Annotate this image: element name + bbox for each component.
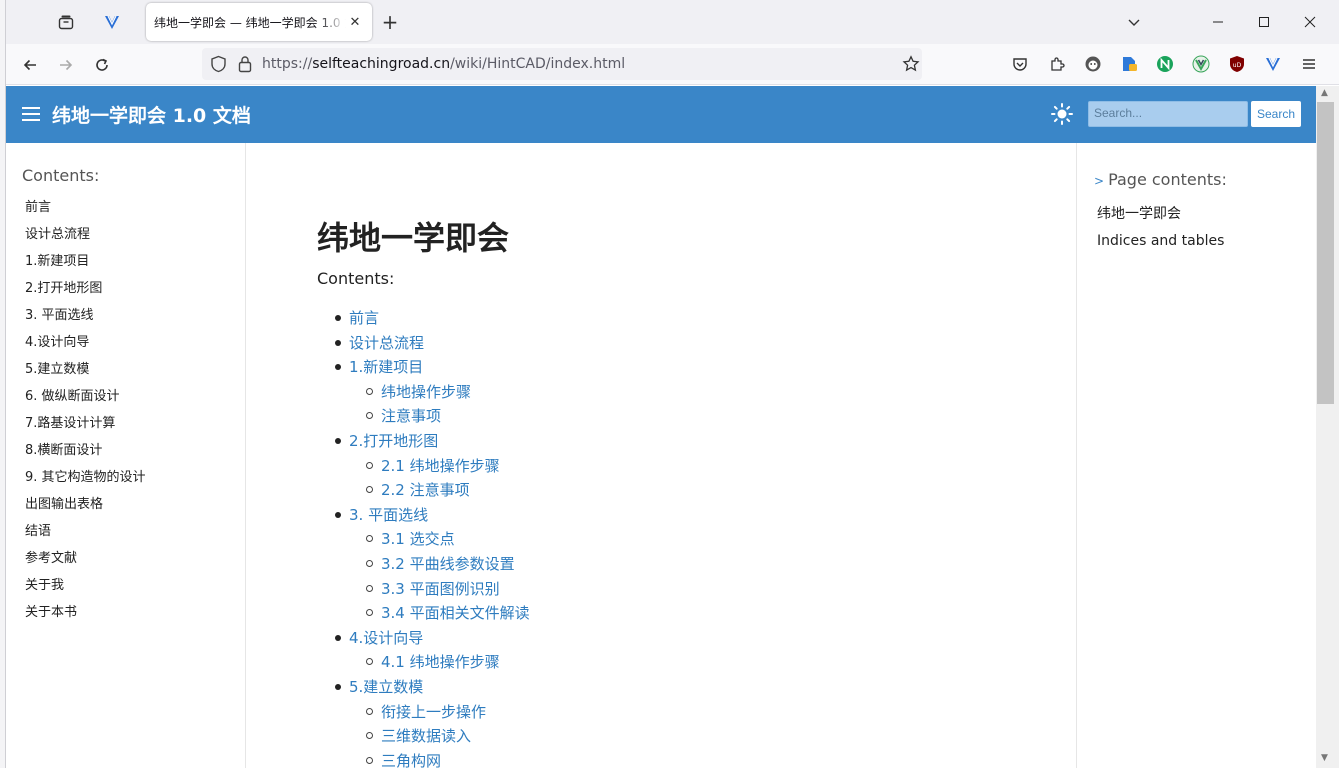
navigation-toolbar: https://selfteachingroad.cn/wiki/HintCAD…: [6, 44, 1339, 85]
maximize-icon[interactable]: [1250, 10, 1278, 34]
address-bar[interactable]: https://selfteachingroad.cn/wiki/HintCAD…: [202, 48, 922, 80]
sidebar-item[interactable]: 9. 其它构造物的设计: [25, 468, 146, 495]
tab-bar: 纬地一学即会 — 纬地一学即会 1.0 文档 ✕ +: [6, 0, 1339, 44]
toc-link[interactable]: 3. 平面选线: [317, 504, 1017, 529]
toc-link[interactable]: 5.建立数模: [317, 676, 1017, 701]
url-host: selfteachingroad.cn: [312, 56, 450, 72]
toc-sublink[interactable]: 三角构网: [317, 750, 1017, 768]
toc-sublink[interactable]: 纬地操作步骤: [317, 381, 1017, 406]
scrollbar-thumb[interactable]: [1317, 102, 1334, 404]
sidebar-item[interactable]: 前言: [25, 198, 146, 225]
forward-icon[interactable]: [53, 52, 79, 78]
vue-devtools-icon[interactable]: [1191, 54, 1211, 74]
ublock-origin-icon[interactable]: uD: [1227, 54, 1247, 74]
url-scheme: https://: [262, 56, 312, 72]
sidebar-nav-list: 前言 设计总流程 1.新建项目 2.打开地形图 3. 平面选线 4.设计向导 5…: [25, 198, 146, 630]
hamburger-menu-icon[interactable]: [22, 103, 40, 123]
page-contents-sidebar: > Page contents: 纬地一学即会 Indices and table…: [1076, 143, 1316, 768]
bookmark-star-icon[interactable]: [902, 55, 920, 77]
tab-title: 纬地一学即会 — 纬地一学即会 1.0 文档: [154, 14, 346, 31]
toc-sublink[interactable]: 2.2 注意事项: [317, 479, 1017, 504]
n-extension-icon[interactable]: [1155, 54, 1175, 74]
site-title[interactable]: 纬地一学即会 1.0 文档: [52, 101, 251, 128]
new-tab-button[interactable]: +: [378, 10, 402, 34]
search-button[interactable]: Search: [1251, 101, 1301, 127]
translate-extension-icon[interactable]: [1119, 54, 1139, 74]
list-all-tabs-icon[interactable]: [1120, 10, 1148, 34]
toc-sublink[interactable]: 3.3 平面图例识别: [317, 578, 1017, 603]
page-contents-item[interactable]: 纬地一学即会: [1097, 204, 1224, 231]
sidebar-item[interactable]: 出图输出表格: [25, 495, 146, 522]
toc-sublink[interactable]: 衔接上一步操作: [317, 701, 1017, 726]
sidebar-item[interactable]: 关于本书: [25, 603, 146, 630]
contents-label: Contents:: [317, 269, 394, 288]
pocket-icon[interactable]: [1010, 54, 1030, 74]
svg-text:uD: uD: [1233, 62, 1242, 69]
sidebar-item[interactable]: 设计总流程: [25, 225, 146, 252]
toc-sublink[interactable]: 3.4 平面相关文件解读: [317, 602, 1017, 627]
toc-sublink[interactable]: 三维数据读入: [317, 725, 1017, 750]
url-text[interactable]: https://selfteachingroad.cn/wiki/HintCAD…: [262, 56, 625, 72]
scroll-up-icon[interactable]: ▲: [1321, 88, 1328, 98]
tab-list-icon[interactable]: [54, 10, 78, 34]
toc-sublink[interactable]: 2.1 纬地操作步骤: [317, 455, 1017, 480]
page-contents-list: 纬地一学即会 Indices and tables: [1097, 204, 1224, 258]
toc-sublink[interactable]: 3.1 选交点: [317, 528, 1017, 553]
browser-window: 纬地一学即会 — 纬地一学即会 1.0 文档 ✕ +: [0, 0, 1339, 768]
toc-sublink[interactable]: 4.1 纬地操作步骤: [317, 651, 1017, 676]
minimize-icon[interactable]: [1204, 10, 1232, 34]
sidebar-item[interactable]: 8.横断面设计: [25, 441, 146, 468]
back-icon[interactable]: [17, 52, 43, 78]
vertical-scrollbar[interactable]: ▲ ▼: [1316, 86, 1339, 768]
sidebar-item[interactable]: 2.打开地形图: [25, 279, 146, 306]
close-tab-icon[interactable]: ✕: [346, 13, 364, 31]
reload-icon[interactable]: [89, 52, 115, 78]
search-input[interactable]: Search...: [1088, 101, 1248, 127]
menu-icon[interactable]: [1299, 54, 1319, 74]
toc-link[interactable]: 4.设计向导: [317, 627, 1017, 652]
toc-link[interactable]: 设计总流程: [317, 332, 1017, 357]
page-viewport: 纬地一学即会 1.0 文档 Search... Search Contents:…: [6, 86, 1316, 768]
toc-sublink[interactable]: 3.2 平曲线参数设置: [317, 553, 1017, 578]
table-of-contents: 前言设计总流程1.新建项目纬地操作步骤注意事项2.打开地形图2.1 纬地操作步骤…: [317, 307, 1017, 768]
close-window-icon[interactable]: [1296, 10, 1324, 34]
toc-link[interactable]: 前言: [317, 307, 1017, 332]
v-extension-icon[interactable]: [1263, 54, 1283, 74]
toc-link[interactable]: 2.打开地形图: [317, 430, 1017, 455]
sidebar-item[interactable]: 6. 做纵断面设计: [25, 387, 146, 414]
theme-toggle-sun-icon[interactable]: [1050, 102, 1074, 126]
sidebar-item[interactable]: 7.路基设计计算: [25, 414, 146, 441]
page-contents-heading-text: Page contents:: [1108, 170, 1227, 189]
sidebar-item[interactable]: 3. 平面选线: [25, 306, 146, 333]
scroll-down-icon[interactable]: ▼: [1321, 753, 1328, 763]
page-title: 纬地一学即会: [317, 213, 509, 259]
privacy-badger-icon[interactable]: [1083, 54, 1103, 74]
active-tab[interactable]: 纬地一学即会 — 纬地一学即会 1.0 文档 ✕: [146, 3, 372, 41]
sidebar-item[interactable]: 4.设计向导: [25, 333, 146, 360]
page-contents-heading[interactable]: > Page contents:: [1094, 170, 1227, 189]
lock-icon[interactable]: [238, 55, 252, 77]
shield-icon[interactable]: [210, 55, 227, 77]
site-header: 纬地一学即会 1.0 文档 Search... Search: [6, 86, 1316, 143]
extension-icon[interactable]: [100, 10, 124, 34]
sidebar-heading: Contents:: [22, 166, 99, 185]
sidebar-item[interactable]: 结语: [25, 522, 146, 549]
sidebar-item[interactable]: 参考文献: [25, 549, 146, 576]
left-sidebar: Contents: 前言 设计总流程 1.新建项目 2.打开地形图 3. 平面选…: [6, 143, 246, 768]
url-path: /wiki/HintCAD/index.html: [450, 56, 625, 72]
sidebar-item[interactable]: 关于我: [25, 576, 146, 603]
sidebar-item[interactable]: 5.建立数模: [25, 360, 146, 387]
toc-link[interactable]: 1.新建项目: [317, 356, 1017, 381]
chevron-right-icon: >: [1094, 174, 1104, 188]
page-contents-item[interactable]: Indices and tables: [1097, 231, 1224, 258]
toc-sublink[interactable]: 注意事项: [317, 405, 1017, 430]
sidebar-item[interactable]: 1.新建项目: [25, 252, 146, 279]
extensions-icon[interactable]: [1047, 54, 1067, 74]
